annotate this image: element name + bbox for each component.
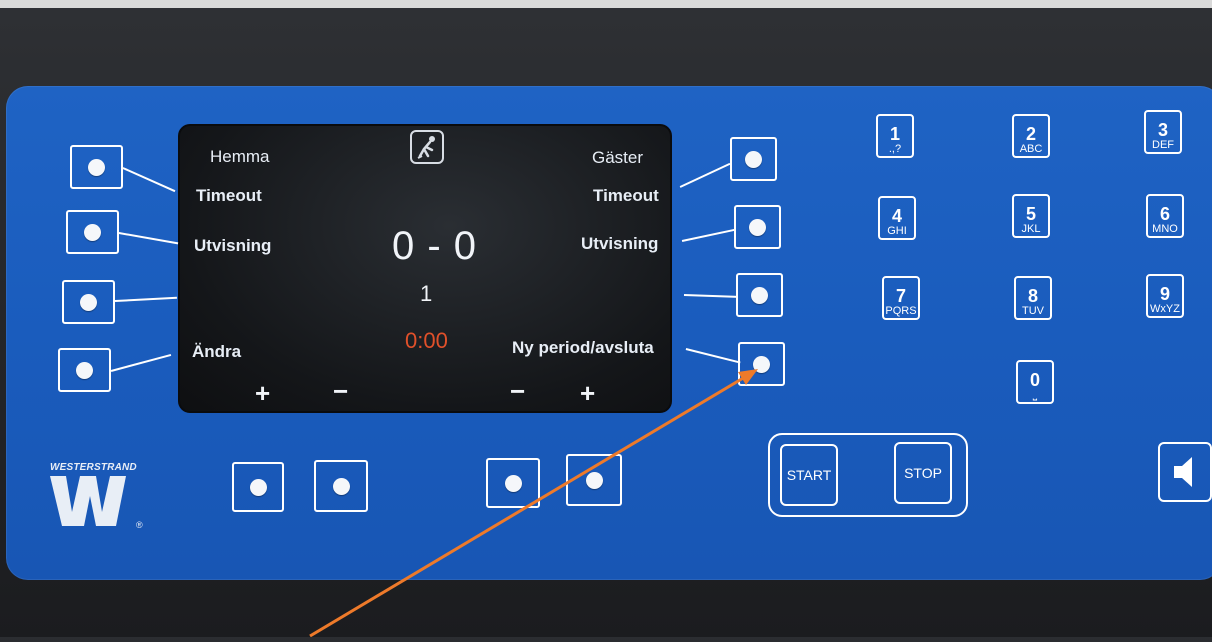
brand-trademark: ® [136, 520, 143, 530]
key-5[interactable]: 5 JKL [1012, 194, 1050, 238]
left-blank-button[interactable] [62, 280, 115, 324]
home-timeout-label: Timeout [196, 186, 262, 205]
stop-button[interactable]: STOP [894, 442, 952, 504]
key-digit: 6 [1159, 204, 1170, 224]
home-plus-button[interactable] [232, 462, 284, 512]
key-digit: 1 [889, 124, 900, 144]
button-dot [585, 471, 603, 489]
home-penalty-label: Utvisning [194, 236, 272, 255]
key-7[interactable]: 7 PQRS [882, 276, 920, 320]
key-1[interactable]: 1.,? [876, 114, 914, 158]
key-4[interactable]: 4 GHI [878, 196, 916, 240]
away-timeout-label: Timeout [593, 186, 659, 205]
speaker-icon [1174, 457, 1192, 487]
button-dot [753, 355, 770, 373]
button-dot [249, 478, 267, 496]
home-minus-button[interactable] [314, 460, 368, 512]
key-letters: TUV [1022, 305, 1044, 317]
button-dot [76, 361, 93, 379]
button-dot [88, 158, 105, 176]
edit-label: Ändra [192, 342, 242, 361]
right-blank-button[interactable] [736, 273, 783, 317]
plus-left-label: + [255, 378, 271, 408]
key-0[interactable]: 0 ⎵ [1016, 360, 1054, 404]
background-wall [0, 0, 1212, 8]
away-timeout-button[interactable] [730, 137, 777, 181]
key-digit: 2 [1025, 124, 1036, 144]
speaker-button[interactable] [1158, 442, 1212, 502]
away-plus-button[interactable] [566, 454, 622, 506]
home-timeout-button[interactable] [70, 145, 123, 189]
brand-logo [46, 474, 146, 530]
plus-right-label: + [580, 378, 596, 408]
key-letters: ⎵ [1032, 389, 1038, 401]
key-digit: 5 [1025, 204, 1036, 224]
edit-button[interactable] [58, 348, 111, 392]
button-dot [84, 223, 101, 241]
home-label: Hemma [210, 147, 270, 166]
period-display: 1 [420, 281, 433, 306]
key-digit: 3 [1157, 120, 1168, 140]
key-letters: GHI [887, 225, 907, 237]
score-display: 0 - 0 [392, 224, 478, 268]
key-digit: 4 [891, 206, 902, 226]
button-dot [751, 286, 768, 304]
key-digit: 0 [1029, 370, 1040, 390]
key-digit: 8 [1027, 286, 1038, 306]
away-label: Gäster [592, 148, 644, 167]
minus-right-label: − [510, 376, 526, 406]
away-penalty-button[interactable] [734, 205, 781, 249]
key-8[interactable]: 8 TUV [1014, 276, 1052, 320]
key-letters: ABC [1019, 143, 1043, 155]
button-dot [745, 150, 762, 168]
minus-left-label: − [333, 376, 349, 406]
button-dot [749, 218, 766, 236]
key-letters: PQRS [885, 305, 917, 317]
button-dot [80, 293, 97, 311]
away-minus-button[interactable] [486, 458, 540, 508]
hockey-player-icon [410, 130, 444, 164]
brand-name: WESTERSTRAND [50, 462, 137, 473]
key-letters: JKL [1021, 223, 1041, 235]
key-letters: MNO [1152, 223, 1178, 235]
key-3[interactable]: 3 DEF [1144, 110, 1182, 154]
away-penalty-label: Utvisning [581, 234, 659, 253]
key-2[interactable]: 2 ABC [1012, 114, 1050, 158]
new-period-button[interactable] [738, 342, 785, 386]
key-letters: .,? [888, 143, 902, 155]
start-button[interactable]: START [780, 444, 838, 506]
key-letters: WxYZ [1150, 303, 1180, 315]
button-dot [332, 477, 350, 495]
button-dot [504, 474, 522, 492]
game-clock: 0:00 [405, 328, 448, 353]
key-digit: 9 [1159, 284, 1170, 304]
key-digit: 7 [895, 286, 906, 306]
key-6[interactable]: 6 MNO [1146, 194, 1184, 238]
key-9[interactable]: 9 WxYZ [1146, 274, 1184, 318]
key-letters: DEF [1152, 139, 1174, 151]
home-penalty-button[interactable] [66, 210, 119, 254]
new-period-label: Ny period/avsluta [512, 338, 654, 357]
